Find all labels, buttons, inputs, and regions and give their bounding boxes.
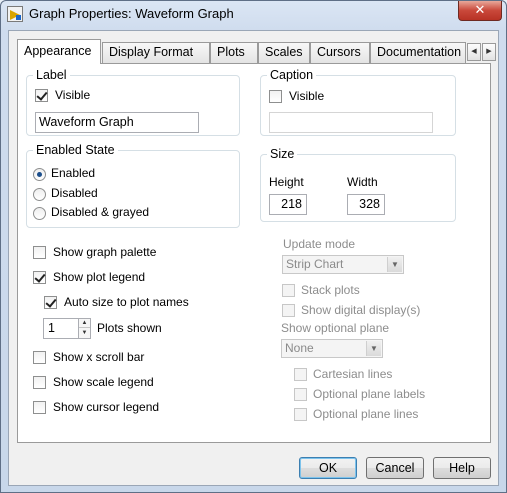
tab-scales[interactable]: Scales [258,42,310,63]
radio-disabled-grayed[interactable] [33,207,46,220]
tab-scroll-left-icon[interactable]: ◀ [467,43,481,61]
spin-up-icon[interactable]: ▲ [79,319,90,328]
show-x-scroll-checkbox[interactable] [33,351,46,364]
labview-app-icon [7,6,23,22]
caption-group-title: Caption [267,68,317,82]
tab-scroll-right-icon[interactable]: ▶ [482,43,496,61]
enabled-state-group: Enabled State Enabled Disabled Disabled … [26,143,240,228]
show-digital-display-checkbox[interactable] [282,304,295,317]
plane-labels-label: Optional plane labels [313,387,426,401]
caption-visible-text: Visible [289,89,325,103]
label-group-title: Label [33,68,70,82]
caption-text-field[interactable] [269,112,433,133]
radio-disabled-grayed-label: Disabled & grayed [51,205,150,219]
width-label: Width [347,175,378,189]
appearance-panel: Label Visible Waveform Graph Caption Vis… [17,63,491,443]
stack-plots-checkbox[interactable] [282,284,295,297]
show-scale-legend-checkbox[interactable] [33,376,46,389]
caption-visible-checkbox[interactable] [269,90,282,103]
show-digital-display-label: Show digital display(s) [301,303,421,317]
cartesian-lines-label: Cartesian lines [313,367,393,381]
size-group-title: Size [267,147,298,161]
enabled-state-title: Enabled State [33,143,118,157]
tab-cursors[interactable]: Cursors [310,42,370,63]
caption-group: Caption Visible [260,68,456,136]
stack-plots-label: Stack plots [301,283,360,297]
plane-labels-checkbox[interactable] [294,388,307,401]
label-text-field[interactable]: Waveform Graph [35,112,199,133]
auto-size-label: Auto size to plot names [64,295,189,309]
radio-disabled-label: Disabled [51,186,98,200]
title-bar[interactable]: Graph Properties: Waveform Graph ✕ [1,1,506,29]
dialog-window: Graph Properties: Waveform Graph ✕ Appea… [0,0,507,493]
show-plot-legend-checkbox[interactable] [33,271,46,284]
optional-plane-label: Show optional plane [281,321,390,335]
show-graph-palette-checkbox[interactable] [33,246,46,259]
plane-lines-label: Optional plane lines [313,407,419,421]
spin-down-icon[interactable]: ▼ [79,329,90,338]
label-visible-checkbox[interactable] [35,89,48,102]
dialog-client-area: Appearance Display Format Plots Scales C… [8,30,499,486]
plane-lines-checkbox[interactable] [294,408,307,421]
optional-plane-value: None [285,341,314,355]
cartesian-lines-checkbox[interactable] [294,368,307,381]
size-group: Size Height 218 Width 328 [260,147,456,222]
chevron-down-icon: ▼ [387,257,402,272]
window-title: Graph Properties: Waveform Graph [29,6,234,21]
width-field[interactable]: 328 [347,194,385,215]
optional-plane-dropdown[interactable]: None ▼ [281,339,383,358]
show-graph-palette-label: Show graph palette [53,245,157,259]
radio-enabled[interactable] [33,168,46,181]
height-label: Height [269,175,304,189]
tab-appearance[interactable]: Appearance [17,39,101,64]
plots-shown-label: Plots shown [97,321,162,335]
show-scale-legend-label: Show scale legend [53,375,154,389]
tab-plots[interactable]: Plots [210,42,258,63]
tab-documentation[interactable]: Documentation [370,42,466,63]
radio-disabled[interactable] [33,188,46,201]
chevron-down-icon: ▼ [366,341,381,356]
auto-size-checkbox[interactable] [44,296,57,309]
plots-shown-field[interactable]: 1 [43,318,79,339]
help-button[interactable]: Help [433,457,491,479]
label-visible-text: Visible [55,88,91,102]
update-mode-label: Update mode [283,237,356,251]
tab-display-format[interactable]: Display Format [102,42,210,63]
show-plot-legend-label: Show plot legend [53,270,146,284]
plots-shown-spinner[interactable]: ▲ ▼ [78,318,91,339]
radio-enabled-label: Enabled [51,166,96,180]
tab-strip: Appearance Display Format Plots Scales C… [17,39,497,64]
update-mode-value: Strip Chart [286,257,344,271]
show-cursor-legend-label: Show cursor legend [53,400,160,414]
show-x-scroll-label: Show x scroll bar [53,350,145,364]
height-field[interactable]: 218 [269,194,307,215]
ok-button[interactable]: OK [299,457,357,479]
label-group: Label Visible Waveform Graph [26,68,240,136]
cancel-button[interactable]: Cancel [366,457,424,479]
show-cursor-legend-checkbox[interactable] [33,401,46,414]
update-mode-dropdown[interactable]: Strip Chart ▼ [282,255,404,274]
close-button[interactable]: ✕ [458,1,502,21]
